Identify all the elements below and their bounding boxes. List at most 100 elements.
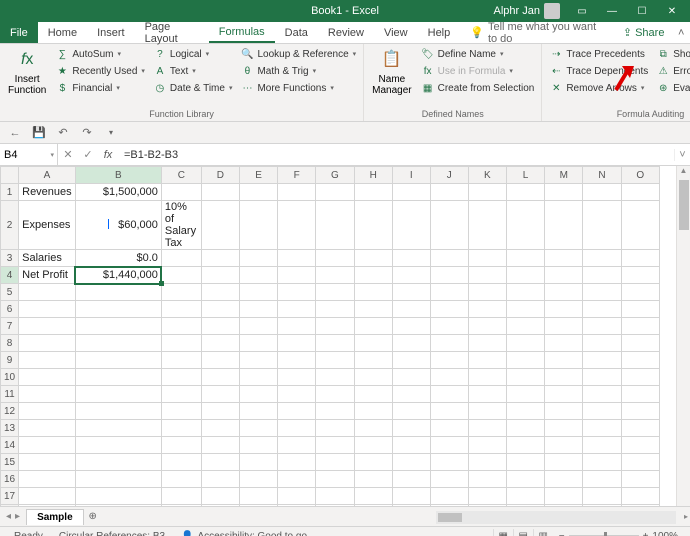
cell-J3[interactable]	[430, 250, 468, 267]
cell-K11[interactable]	[468, 386, 506, 403]
cell-D2[interactable]	[201, 201, 239, 250]
back-button[interactable]: ←	[6, 124, 24, 142]
formula-input[interactable]: =B1-B2-B3	[118, 149, 674, 161]
cell-F9[interactable]	[278, 352, 316, 369]
cell-F11[interactable]	[278, 386, 316, 403]
cell-J1[interactable]	[430, 184, 468, 201]
math-trig-button[interactable]: θMath & Trig▾	[237, 63, 359, 79]
cell-O12[interactable]	[621, 403, 659, 420]
cell-A12[interactable]	[19, 403, 76, 420]
cell-G9[interactable]	[316, 352, 354, 369]
evaluate-formula-button[interactable]: ⊛Evaluate Formula	[653, 80, 690, 96]
row-header-1[interactable]: 1	[1, 184, 19, 201]
cell-M14[interactable]	[545, 437, 583, 454]
cell-H16[interactable]	[354, 471, 392, 488]
tab-page-layout[interactable]: Page Layout	[135, 22, 209, 43]
cell-I8[interactable]	[392, 335, 430, 352]
cell-G6[interactable]	[316, 301, 354, 318]
horizontal-scrollbar[interactable]	[436, 511, 676, 524]
cell-C5[interactable]	[161, 284, 201, 301]
cell-E9[interactable]	[239, 352, 277, 369]
cell-L14[interactable]	[506, 437, 544, 454]
cell-E4[interactable]	[239, 267, 277, 284]
cell-O16[interactable]	[621, 471, 659, 488]
row-header-3[interactable]: 3	[1, 250, 19, 267]
cell-I4[interactable]	[392, 267, 430, 284]
cell-K15[interactable]	[468, 454, 506, 471]
cell-M2[interactable]	[545, 201, 583, 250]
tab-data[interactable]: Data	[275, 22, 318, 43]
cell-K16[interactable]	[468, 471, 506, 488]
cell-N4[interactable]	[583, 267, 621, 284]
cell-E10[interactable]	[239, 369, 277, 386]
cell-C8[interactable]	[161, 335, 201, 352]
cell-H17[interactable]	[354, 488, 392, 505]
redo-button[interactable]: ↷	[78, 124, 96, 142]
status-accessibility[interactable]: 👤 Accessibility: Good to go	[173, 531, 315, 536]
create-from-selection-button[interactable]: ▦Create from Selection	[418, 80, 538, 96]
cell-N6[interactable]	[583, 301, 621, 318]
cell-E17[interactable]	[239, 488, 277, 505]
lookup-button[interactable]: 🔍Lookup & Reference▾	[237, 46, 359, 62]
cell-H1[interactable]	[354, 184, 392, 201]
column-header-H[interactable]: H	[354, 167, 392, 184]
cell-C13[interactable]	[161, 420, 201, 437]
cell-M6[interactable]	[545, 301, 583, 318]
enter-formula-button[interactable]: ✓	[78, 144, 98, 165]
cell-B6[interactable]	[75, 301, 161, 318]
cell-I6[interactable]	[392, 301, 430, 318]
row-header-2[interactable]: 2	[1, 201, 19, 250]
row-header-5[interactable]: 5	[1, 284, 19, 301]
remove-arrows-button[interactable]: ✕Remove Arrows▾	[546, 80, 651, 96]
show-formulas-button[interactable]: ⧉Show Formulas	[653, 46, 690, 62]
column-header-F[interactable]: F	[278, 167, 316, 184]
cell-F2[interactable]	[278, 201, 316, 250]
error-checking-button[interactable]: ⚠Error Checking▾	[653, 63, 690, 79]
cell-G12[interactable]	[316, 403, 354, 420]
cell-L10[interactable]	[506, 369, 544, 386]
cell-J6[interactable]	[430, 301, 468, 318]
cell-M15[interactable]	[545, 454, 583, 471]
column-header-C[interactable]: C	[161, 167, 201, 184]
cell-B2[interactable]: $60,000	[75, 201, 161, 250]
tab-home[interactable]: Home	[38, 22, 87, 43]
cell-D13[interactable]	[201, 420, 239, 437]
expand-formula-bar-button[interactable]: ˅	[674, 149, 690, 161]
cell-A14[interactable]	[19, 437, 76, 454]
cell-C16[interactable]	[161, 471, 201, 488]
cell-M4[interactable]	[545, 267, 583, 284]
define-name-button[interactable]: 🏷Define Name▾	[418, 46, 538, 62]
cell-D9[interactable]	[201, 352, 239, 369]
normal-view-button[interactable]: ▦	[493, 529, 513, 536]
cell-D8[interactable]	[201, 335, 239, 352]
cell-M17[interactable]	[545, 488, 583, 505]
cell-N9[interactable]	[583, 352, 621, 369]
cell-B9[interactable]	[75, 352, 161, 369]
insert-function-button[interactable]: fx Insert Function	[4, 46, 50, 98]
sheet-prev-button[interactable]: ◂	[6, 511, 11, 522]
column-header-D[interactable]: D	[201, 167, 239, 184]
cell-F17[interactable]	[278, 488, 316, 505]
cell-M16[interactable]	[545, 471, 583, 488]
hscroll-thumb[interactable]	[438, 513, 462, 522]
zoom-in-button[interactable]: +	[643, 531, 649, 536]
cell-O8[interactable]	[621, 335, 659, 352]
cell-F13[interactable]	[278, 420, 316, 437]
cell-N3[interactable]	[583, 250, 621, 267]
insert-function-fx-button[interactable]: fx	[98, 144, 118, 165]
cell-C3[interactable]	[161, 250, 201, 267]
cell-B8[interactable]	[75, 335, 161, 352]
cell-G14[interactable]	[316, 437, 354, 454]
cell-H13[interactable]	[354, 420, 392, 437]
cell-K8[interactable]	[468, 335, 506, 352]
save-button[interactable]: 💾	[30, 124, 48, 142]
cell-L15[interactable]	[506, 454, 544, 471]
cell-J9[interactable]	[430, 352, 468, 369]
cell-K10[interactable]	[468, 369, 506, 386]
cell-O4[interactable]	[621, 267, 659, 284]
column-header-M[interactable]: M	[545, 167, 583, 184]
cell-K17[interactable]	[468, 488, 506, 505]
cell-G5[interactable]	[316, 284, 354, 301]
maximize-button[interactable]: ☐	[628, 0, 656, 22]
cell-B15[interactable]	[75, 454, 161, 471]
